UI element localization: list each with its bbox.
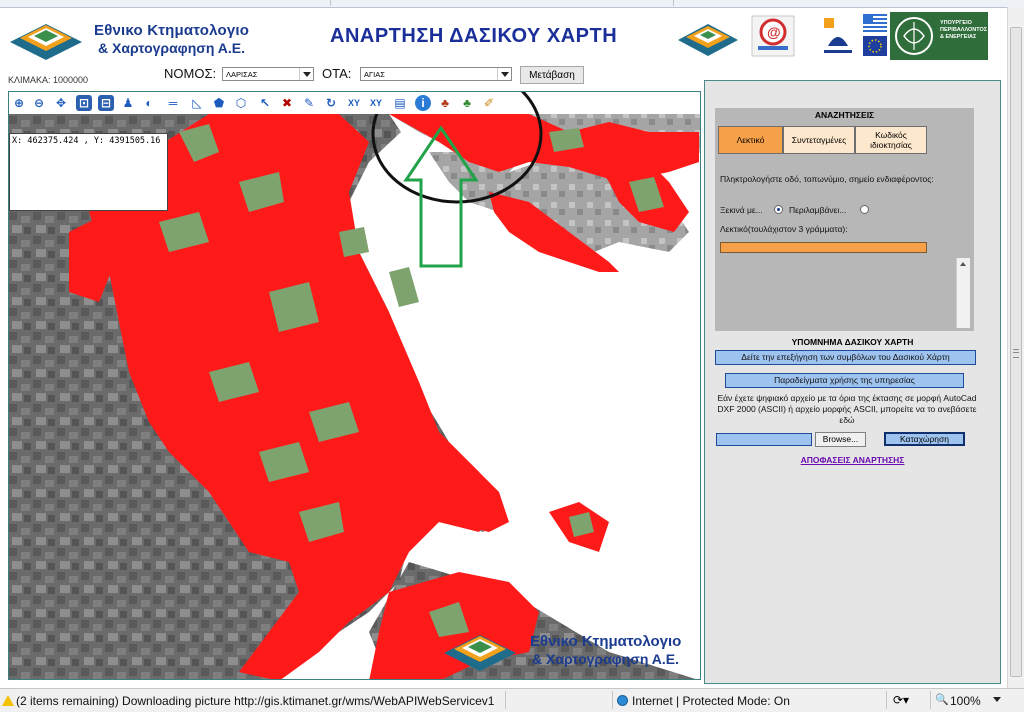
zoom-level[interactable]: 100% — [950, 694, 981, 708]
tab-coordinates-label: Συντεταγμένες — [791, 135, 847, 145]
coordinates-readout: X: 462375.424 , Y: 4391505.16 — [12, 136, 161, 146]
option-contains-label: Περιλαμβάνει... — [789, 205, 847, 215]
tab-property-code[interactable]: Κωδικός ιδιοκτησίας — [855, 126, 927, 154]
page-scrollbar[interactable] — [1007, 7, 1024, 688]
grassland-patch — [389, 267, 419, 307]
decisions-link[interactable]: ΑΠΟΦΑΣΕΙΣ ΑΝΑΡΤΗΣΗΣ — [704, 455, 1001, 465]
search-instructions: Πληκτρολογήστε οδό, τοπωνύμιο, σημείο εν… — [720, 174, 934, 184]
zoom-extent-icon[interactable]: ⊟ — [98, 95, 114, 111]
option-starts-label: Ξεκινά με... — [720, 205, 763, 215]
map-watermark-logo: Εθνικο Κτηματολογιο & Χαρτογραφηση Α.Ε. — [440, 623, 700, 675]
tab-text-search[interactable]: Λεκτικό — [718, 126, 783, 154]
ministry-logo: ΥΠΟΥΡΓΕΙΟ ΠΕΡΙΒΑΛΛΟΝΤΟΣ & ΕΝΕΡΓΕΙΑΣ — [890, 12, 988, 60]
ota-select[interactable]: ΑΓΙΑΣ — [360, 67, 512, 81]
org-name-line1: Εθνικο Κτηματολογιο — [94, 22, 250, 39]
ktimatologio-small-logo — [678, 24, 738, 56]
zoom-icon: 🔍 — [935, 694, 949, 706]
nomos-select-value: ΛΑΡΙΣΑΣ — [226, 70, 258, 79]
submit-button[interactable]: Καταχώρηση — [884, 432, 965, 446]
xy-goto-icon[interactable]: XY — [368, 95, 384, 111]
select-arrow-icon[interactable]: ↖ — [257, 95, 273, 111]
nomos-select[interactable]: ΛΑΡΙΣΑΣ — [222, 67, 314, 81]
measure-angle-icon[interactable]: ◺ — [189, 95, 205, 111]
legend-title: ΥΠΟΜΝΗΜΑ ΔΑΣΙΚΟΥ ΧΑΡΤΗ — [791, 337, 914, 347]
chevron-down-icon — [299, 68, 313, 80]
search-title: ΑΝΑΖΗΤΗΣΕΙΣ — [814, 110, 875, 120]
polygon-xy-icon[interactable]: ⬡ — [233, 95, 249, 111]
greece-eu-flags — [863, 14, 887, 56]
coordinates-box: X: 462375.424 , Y: 4391505.16 — [9, 133, 168, 211]
radio-contains[interactable] — [860, 205, 869, 214]
chevron-down-icon — [497, 68, 511, 80]
tab-text-search-label: Λεκτικό — [736, 135, 765, 145]
status-divider — [505, 691, 506, 709]
tab-property-code-label: Κωδικός ιδιοκτησίας — [870, 130, 912, 150]
symbols-explanation-button[interactable]: Δείτε την επεξήγηση των συμβόλων του Δασ… — [715, 350, 976, 365]
layers-icon[interactable]: ▤ — [392, 95, 408, 111]
globe-icon[interactable]: ◐ — [141, 95, 157, 111]
protected-mode-icon[interactable]: ⟳▾ — [893, 693, 909, 707]
results-scrollbar[interactable] — [956, 258, 970, 328]
status-message: (2 items remaining) Downloading picture … — [16, 694, 495, 708]
upload-instructions: Εάν έχετε ψηφιακό αρχείο με τα όρια της … — [717, 393, 977, 425]
ktimatologio-logo-mark — [10, 24, 82, 60]
strip-segment — [0, 0, 331, 6]
tab-coordinates[interactable]: Συντεταγμένες — [783, 126, 855, 154]
map-toolbar: ⊕ ⊖ ✥ ⊡ ⊟ ♟ ◐ ═ ◺ ⬟ ⬡ ↖ ✖ ✎ ↻ XY XY ▤ i … — [9, 92, 503, 114]
pan-icon[interactable]: ✥ — [53, 95, 69, 111]
ota-select-value: ΑΓΙΑΣ — [364, 70, 385, 79]
tree-icon[interactable]: ♣ — [459, 95, 475, 111]
go-button[interactable]: Μετάβαση — [520, 66, 584, 84]
security-zone: Internet | Protected Mode: On — [632, 694, 790, 708]
partner-logos: @ ΥΠΟΥΡΓΕΙΟ ΠΕΡΙΒΑΛΛΟΝΤΟΣ & ΕΝΕΡΓΕΙΑΣ — [676, 12, 988, 62]
search-results — [720, 258, 970, 328]
usage-examples-button[interactable]: Παραδείγματα χρήσης της υπηρεσίας — [725, 373, 964, 388]
zoom-out-icon[interactable]: ⊖ — [31, 95, 47, 111]
svg-text:@: @ — [767, 24, 781, 40]
map-scale-text: ΚΛΙΜΑΚΑ: 1000000 — [8, 75, 89, 85]
watermark-logo-mark — [444, 635, 516, 671]
grassland-patch — [339, 227, 369, 257]
browser-command-strip — [0, 0, 1024, 8]
egovernment-logo: @ — [751, 15, 795, 57]
org-name-line2: & Χαρτογραφηση Α.Ε. — [98, 40, 245, 56]
zoom-in-icon[interactable]: ⊕ — [11, 95, 27, 111]
file-path-field[interactable] — [716, 433, 812, 446]
status-divider — [612, 691, 613, 709]
polygon-icon[interactable]: ⬟ — [211, 95, 227, 111]
status-divider — [886, 691, 887, 709]
refresh-icon[interactable]: ↻ — [323, 95, 339, 111]
status-divider — [930, 691, 931, 709]
ministry-emblem — [895, 17, 933, 55]
ministry-text: ΥΠΟΥΡΓΕΙΟ ΠΕΡΙΒΑΛΛΟΝΤΟΣ & ΕΝΕΡΓΕΙΑΣ — [940, 20, 988, 40]
ktimatologio-logo: Εθνικο Κτηματολογιο & Χαρτογραφηση Α.Ε. — [6, 12, 266, 64]
watermark-line1: Εθνικο Κτηματολογιο — [530, 633, 682, 650]
search-input[interactable] — [720, 242, 927, 253]
measure-line-icon[interactable]: ═ — [165, 95, 181, 111]
scroll-up-icon — [960, 262, 966, 266]
min-chars-label: Λεκτικό(τουλάχιστον 3 γράμματα): — [720, 224, 848, 234]
edit-icon[interactable]: ✎ — [301, 95, 317, 111]
page-title: ΑΝΑΡΤΗΣΗ ΔΑΣΙΚΟΥ ΧΑΡΤΗ — [330, 25, 618, 47]
browse-button[interactable]: Browse... — [815, 432, 866, 447]
watermark-line2: & Χαρτογραφηση Α.Ε. — [532, 651, 679, 667]
clear-icon[interactable]: ✖ — [279, 95, 295, 111]
internet-zone-icon — [617, 695, 628, 706]
xy-point-icon[interactable]: XY — [346, 95, 362, 111]
zoom-box-icon[interactable]: ⊡ — [76, 95, 92, 111]
zoom-dropdown-icon[interactable] — [993, 697, 1001, 702]
nomos-label: ΝΟΜΟΣ: — [164, 66, 217, 81]
strip-segment — [331, 0, 674, 6]
info-icon[interactable]: i — [415, 95, 431, 111]
ota-label: ΟΤΑ: — [322, 66, 352, 81]
select-user-icon[interactable]: ♟ — [120, 95, 136, 111]
status-bar: (2 items remaining) Downloading picture … — [0, 688, 1024, 712]
scrollbar-grip-icon — [1013, 349, 1019, 358]
warning-icon — [2, 695, 14, 706]
radio-starts-with[interactable] — [774, 205, 783, 214]
broom-icon[interactable]: ✐ — [481, 95, 497, 111]
digital-convergence-logo — [820, 14, 856, 58]
forest-info-icon[interactable]: ♣ — [437, 95, 453, 111]
